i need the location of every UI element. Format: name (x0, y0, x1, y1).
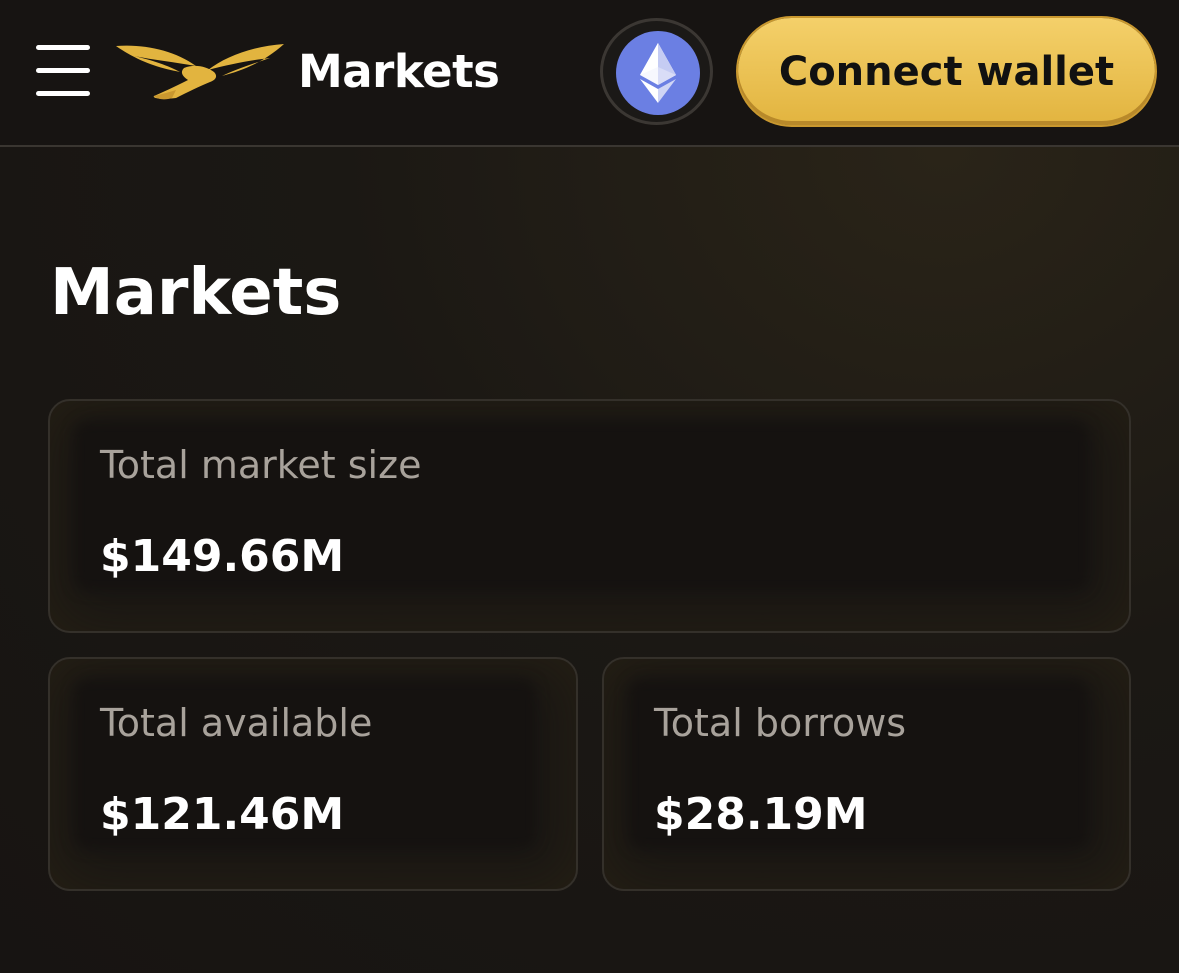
total-borrows-card: Total borrows $28.19M (602, 657, 1131, 891)
stat-value: $149.66M (100, 531, 345, 582)
eagle-logo-icon[interactable] (114, 40, 286, 102)
menu-icon[interactable] (36, 45, 90, 97)
stat-value: $28.19M (654, 789, 868, 840)
stat-label: Total borrows (654, 701, 907, 745)
ethereum-icon (616, 31, 700, 115)
network-selector-button[interactable] (600, 18, 713, 125)
stat-value: $121.46M (100, 789, 345, 840)
top-bar: Markets Connect wallet (0, 0, 1179, 147)
stat-label: Total available (100, 701, 373, 745)
brand-title: Markets (298, 45, 500, 98)
stat-label: Total market size (100, 443, 422, 487)
total-available-card: Total available $121.46M (48, 657, 578, 891)
connect-wallet-button[interactable]: Connect wallet (738, 18, 1155, 125)
total-market-size-card: Total market size $149.66M (48, 399, 1131, 633)
page-title: Markets (50, 256, 342, 330)
markets-page: Markets Total market size $149.66M Total… (0, 147, 1179, 973)
